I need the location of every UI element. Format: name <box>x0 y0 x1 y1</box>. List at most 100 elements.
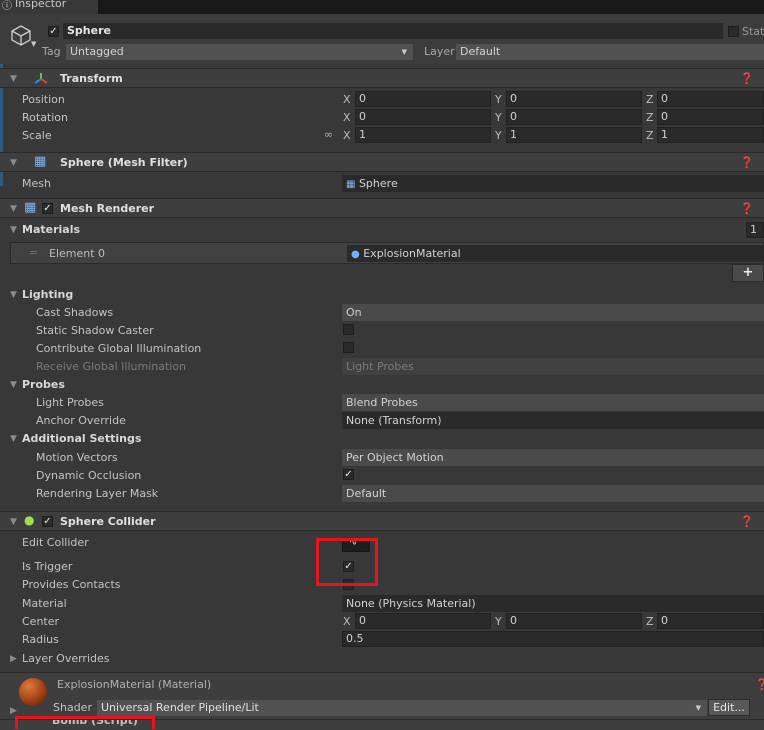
plus-icon: + <box>742 265 754 280</box>
transform-title: Transform <box>60 72 123 85</box>
help-icon[interactable]: ❓ <box>740 202 754 215</box>
cube-icon[interactable] <box>10 24 32 46</box>
help-icon[interactable]: ❓ <box>740 515 754 528</box>
material-title: ExplosionMaterial (Material) <box>57 678 212 691</box>
position-y-field[interactable]: 0 <box>506 91 642 107</box>
active-checkbox[interactable]: ✓ <box>48 26 59 37</box>
radius-label: Radius <box>22 633 59 646</box>
scale-label: Scale <box>22 129 52 142</box>
shader-value: Universal Render Pipeline/Lit <box>101 701 259 714</box>
expand-triangle-icon: ▼ <box>10 158 17 168</box>
mesh-filter-header[interactable]: ▼ ▦ Sphere (Mesh Filter) ❓ <box>0 152 764 172</box>
materials-foldout[interactable]: ▼ Materials 1 <box>0 220 764 240</box>
object-name-field[interactable]: Sphere <box>63 23 723 39</box>
info-icon: ⓘ <box>2 1 12 12</box>
rendering-layer-mask-label: Rendering Layer Mask <box>36 487 159 500</box>
light-probes-dropdown[interactable]: Blend Probes <box>342 394 764 411</box>
transform-header[interactable]: ▼ Transform ❓ <box>0 68 764 88</box>
static-shadow-label: Static Shadow Caster <box>36 324 154 337</box>
expand-triangle-icon: ▼ <box>10 380 17 390</box>
light-probes-label: Light Probes <box>36 396 104 409</box>
radius-field[interactable]: 0.5 <box>342 631 764 647</box>
scale-x-field[interactable]: 1 <box>355 127 491 143</box>
anchor-override-label: Anchor Override <box>36 414 126 427</box>
materials-label: Materials <box>22 223 81 236</box>
mesh-renderer-header[interactable]: ▼ ▦ ✓ Mesh Renderer ❓ <box>0 198 764 218</box>
mesh-field[interactable]: ▦ Sphere <box>342 175 764 192</box>
rotation-y-field[interactable]: 0 <box>506 109 642 125</box>
expand-triangle-icon: ▼ <box>10 204 17 214</box>
grid-icon: ▦ <box>34 154 47 169</box>
sphere-collider-enabled-checkbox[interactable]: ✓ <box>42 516 53 527</box>
center-z-field[interactable]: 0 <box>657 613 764 629</box>
collider-material-field[interactable]: None (Physics Material) <box>342 595 764 612</box>
cast-shadows-dropdown[interactable]: On <box>342 304 764 321</box>
contribute-gi-checkbox[interactable] <box>343 342 354 353</box>
position-z-field[interactable]: 0 <box>657 91 764 107</box>
edit-collider-label: Edit Collider <box>22 536 89 549</box>
collapsed-triangle-icon[interactable]: ▶ <box>10 706 17 716</box>
help-icon[interactable]: ❓ <box>740 72 754 85</box>
mesh-renderer-enabled-checkbox[interactable]: ✓ <box>42 203 53 214</box>
material-dot-icon: ● <box>351 249 360 260</box>
expand-triangle-icon: ▼ <box>10 290 17 300</box>
rotation-x-field[interactable]: 0 <box>355 109 491 125</box>
position-label: Position <box>22 93 65 106</box>
add-element-button[interactable]: + <box>732 264 764 282</box>
element0-value: ExplosionMaterial <box>363 247 461 260</box>
static-shadow-checkbox[interactable] <box>343 324 354 335</box>
chevron-down-icon[interactable]: ▼ <box>31 40 36 48</box>
drag-handle-icon[interactable]: = <box>29 246 38 259</box>
center-x-field[interactable]: 0 <box>355 613 491 629</box>
mesh-filter-title: Sphere (Mesh Filter) <box>60 156 188 169</box>
element0-field[interactable]: ● ExplosionMaterial <box>347 245 764 262</box>
layer-value: Default <box>460 45 501 58</box>
expand-triangle-icon: ▼ <box>10 517 17 527</box>
mesh-renderer-title: Mesh Renderer <box>60 202 155 215</box>
materials-list: = Element 0 ● ExplosionMaterial <box>10 242 764 264</box>
link-icon[interactable]: ∞ <box>324 128 333 141</box>
contribute-gi-label: Contribute Global Illumination <box>36 342 202 355</box>
cast-shadows-label: Cast Shadows <box>36 306 114 319</box>
additional-settings-label[interactable]: Additional Settings <box>22 432 141 445</box>
motion-vectors-dropdown[interactable]: Per Object Motion <box>342 449 764 466</box>
anchor-override-field[interactable]: None (Transform) <box>342 412 764 429</box>
provides-contacts-label: Provides Contacts <box>22 578 121 591</box>
scale-z-field[interactable]: 1 <box>657 127 764 143</box>
is-trigger-label: Is Trigger <box>22 560 73 573</box>
tag-value: Untagged <box>70 45 124 58</box>
help-icon[interactable]: ❓ <box>755 678 764 691</box>
static-checkbox[interactable] <box>728 26 739 37</box>
tab-inspector[interactable]: ⓘ Inspector <box>0 0 98 14</box>
dynamic-occlusion-checkbox[interactable]: ✓ <box>343 469 354 480</box>
help-icon[interactable]: ❓ <box>740 156 754 169</box>
position-x-field[interactable]: 0 <box>355 91 491 107</box>
scale-y-field[interactable]: 1 <box>506 127 642 143</box>
shader-dropdown[interactable]: Universal Render Pipeline/Lit ▼ <box>97 700 707 716</box>
lighting-label[interactable]: Lighting <box>22 288 73 301</box>
static-label: Stat <box>742 25 764 38</box>
expand-triangle-icon: ▼ <box>10 434 17 444</box>
sphere-collider-header[interactable]: ▼ ● ✓ Sphere Collider ❓ <box>0 511 764 531</box>
center-y-field[interactable]: 0 <box>506 613 642 629</box>
expand-triangle-icon: ▼ <box>10 74 17 84</box>
shader-edit-label: Edit... <box>713 701 745 714</box>
rotation-z-field[interactable]: 0 <box>657 109 764 125</box>
motion-vectors-label: Motion Vectors <box>36 451 118 464</box>
mesh-label: Mesh <box>22 177 51 190</box>
material-preview-icon <box>19 678 47 706</box>
object-name: Sphere <box>67 24 111 37</box>
layer-dropdown[interactable]: Default <box>456 44 764 60</box>
grid-icon: ▦ <box>24 200 37 215</box>
layer-overrides-label[interactable]: Layer Overrides <box>22 652 110 665</box>
tab-bar <box>0 0 764 14</box>
materials-count-field[interactable]: 1 <box>746 222 764 238</box>
probes-label[interactable]: Probes <box>22 378 65 391</box>
expand-triangle-icon: ▼ <box>10 225 17 235</box>
dynamic-occlusion-label: Dynamic Occlusion <box>36 469 142 482</box>
shader-edit-button[interactable]: Edit... <box>708 699 750 716</box>
sphere-collider-icon: ● <box>24 513 35 527</box>
tag-dropdown[interactable]: Untagged ▼ <box>66 44 413 60</box>
highlight-box-is-trigger <box>316 538 378 586</box>
rendering-layer-mask-dropdown[interactable]: Default <box>342 485 764 502</box>
